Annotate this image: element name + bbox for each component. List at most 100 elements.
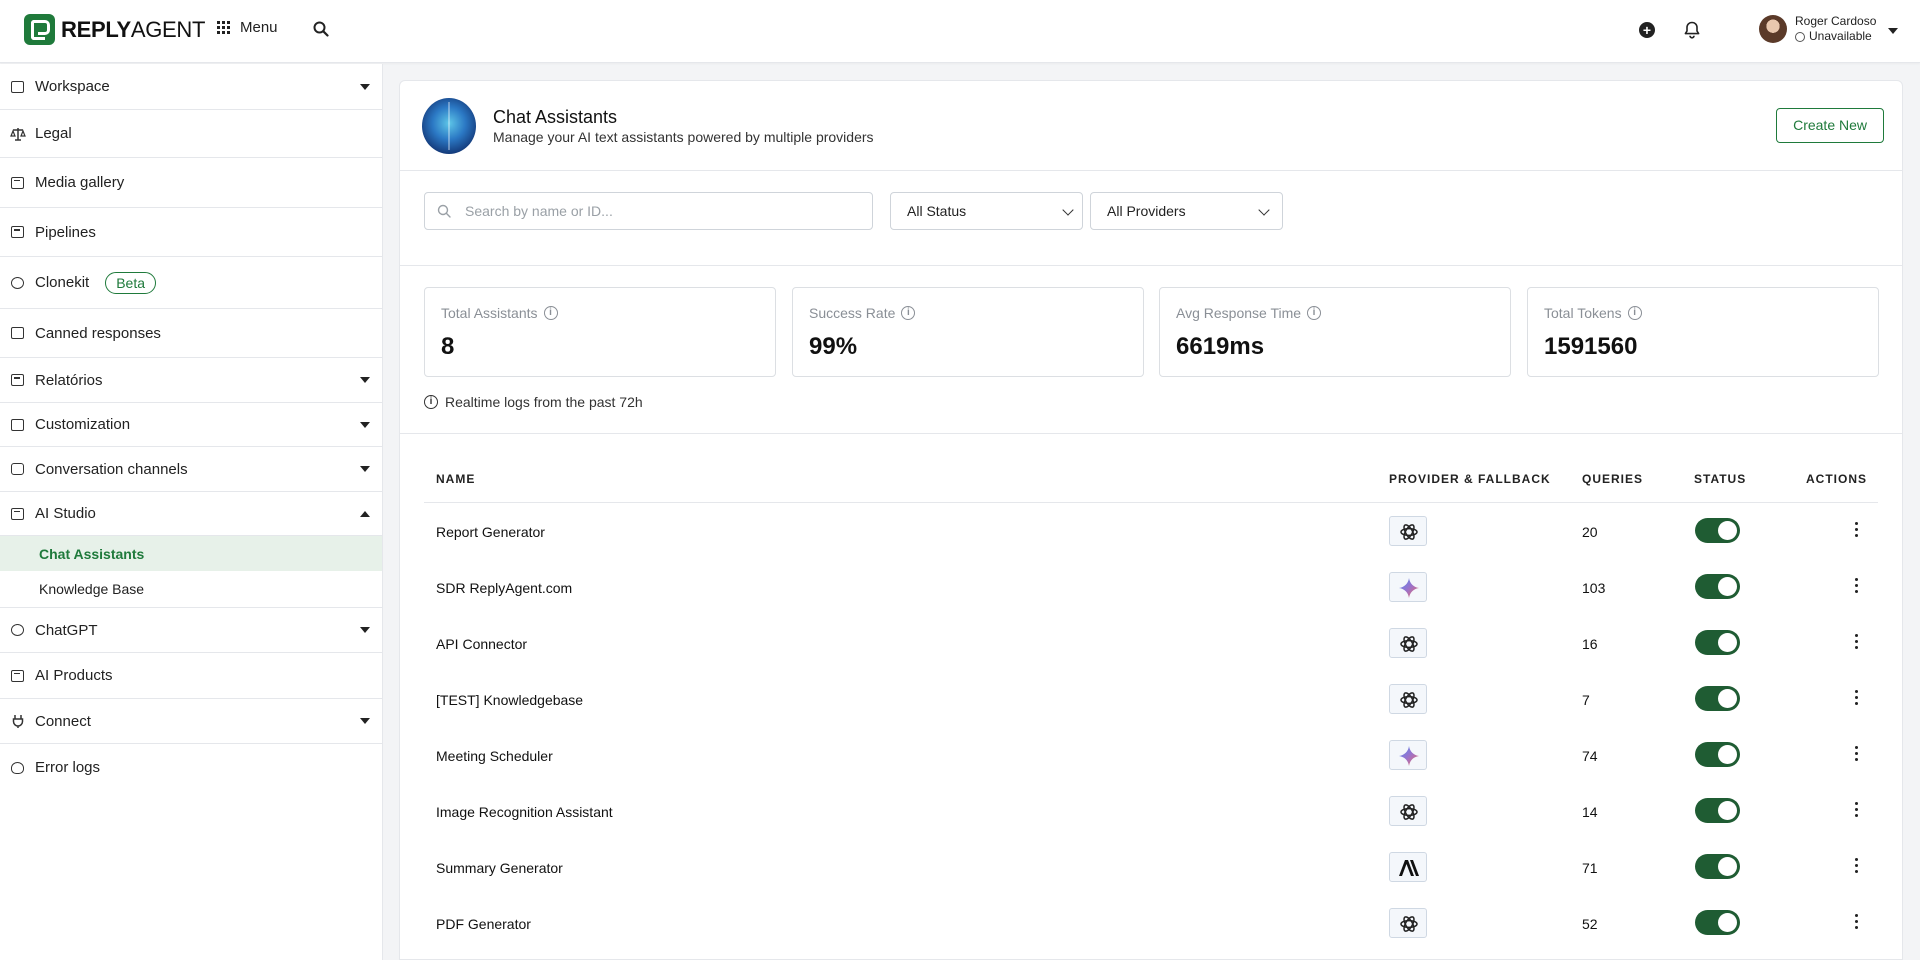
chat-icon xyxy=(10,461,26,477)
sidebar-item-chatgpt[interactable]: ChatGPT xyxy=(0,608,382,653)
menu-button[interactable]: Menu xyxy=(217,19,278,36)
column-header-status[interactable]: STATUS xyxy=(1694,472,1746,486)
stat-value: 99% xyxy=(809,333,858,360)
status-toggle[interactable] xyxy=(1695,518,1740,543)
sidebar-item-label: Conversation channels xyxy=(35,460,188,478)
clone-icon xyxy=(10,275,26,291)
more-actions-icon[interactable] xyxy=(1855,858,1859,874)
chevron-down-icon xyxy=(360,627,370,633)
sidebar-item-label: Relatórios xyxy=(35,371,103,389)
sidebar-item-customization[interactable]: Customization xyxy=(0,403,382,447)
sidebar-item-media-gallery[interactable]: Media gallery xyxy=(0,158,382,208)
column-header-queries[interactable]: QUERIES xyxy=(1582,472,1643,486)
info-icon[interactable]: i xyxy=(1307,306,1322,320)
sidebar-subitem-chat-assistants[interactable]: Chat Assistants xyxy=(0,536,382,571)
sidebar-subitem-knowledge-base[interactable]: Knowledge Base xyxy=(0,571,382,607)
chevron-down-icon xyxy=(360,421,370,428)
user-status: Unavailable xyxy=(1795,29,1876,44)
sidebar-item-workspace[interactable]: Workspace xyxy=(0,64,382,110)
sidebar-item-error-logs[interactable]: Error logs xyxy=(0,744,382,791)
more-actions-icon[interactable] xyxy=(1855,634,1859,650)
status-toggle[interactable] xyxy=(1695,686,1740,711)
info-icon[interactable]: i xyxy=(543,306,558,320)
page-header: Chat Assistants Manage your AI text assi… xyxy=(400,81,1902,171)
chevron-down-icon[interactable] xyxy=(1888,28,1898,34)
column-header-provider[interactable]: PROVIDER & FALLBACK xyxy=(1389,472,1551,486)
more-actions-icon[interactable] xyxy=(1855,802,1859,818)
more-actions-icon[interactable] xyxy=(1855,690,1859,706)
table-body: Report Generator 20 SDR ReplyAgent.com 103 A… xyxy=(424,503,1878,951)
beta-badge: Beta xyxy=(105,271,157,294)
table-row[interactable]: [TEST] Knowledgebase 7 xyxy=(424,671,1878,727)
table-row[interactable]: Summary Generator 71 xyxy=(424,839,1878,895)
sidebar-item-clonekit[interactable]: Clonekit Beta xyxy=(0,257,382,309)
table-row[interactable]: SDR ReplyAgent.com 103 xyxy=(424,559,1878,615)
status-toggle[interactable] xyxy=(1695,574,1740,599)
assistant-name[interactable]: SDR ReplyAgent.com xyxy=(436,580,572,596)
status-select[interactable]: All Status xyxy=(890,192,1083,230)
realtime-note: i Realtime logs from the past 72h xyxy=(424,394,643,410)
more-actions-icon[interactable] xyxy=(1855,914,1859,930)
create-new-button[interactable]: Create New xyxy=(1776,108,1884,143)
gemini-icon xyxy=(1389,740,1427,770)
sidebar-item-relatorios[interactable]: Relatórios xyxy=(0,358,382,403)
more-actions-icon[interactable] xyxy=(1855,746,1859,762)
status-toggle[interactable] xyxy=(1695,630,1740,655)
status-toggle[interactable] xyxy=(1695,910,1740,935)
sidebar-item-conversation-channels[interactable]: Conversation channels xyxy=(0,447,382,492)
status-circle-icon xyxy=(1795,31,1805,42)
table-row[interactable]: PDF Generator 52 xyxy=(424,895,1878,951)
sidebar-item-ai-products[interactable]: AI Products xyxy=(0,653,382,699)
assistant-name[interactable]: PDF Generator xyxy=(436,916,531,932)
openai-icon xyxy=(1389,908,1427,938)
assistant-name[interactable]: API Connector xyxy=(436,636,527,652)
column-header-name[interactable]: NAME xyxy=(436,472,475,486)
plug-icon xyxy=(10,713,26,729)
sidebar-item-canned-responses[interactable]: Canned responses xyxy=(0,309,382,358)
query-count: 71 xyxy=(1582,860,1598,876)
sidebar-item-label: Pipelines xyxy=(35,223,96,241)
sidebar-item-legal[interactable]: Legal xyxy=(0,110,382,158)
assistant-name[interactable]: Report Generator xyxy=(436,524,545,540)
add-circle-icon[interactable]: + xyxy=(1639,22,1655,38)
folder-icon xyxy=(10,325,26,341)
sidebar-item-connect[interactable]: Connect xyxy=(0,699,382,744)
chevron-down-icon xyxy=(360,377,370,383)
status-toggle[interactable] xyxy=(1695,798,1740,823)
media-icon xyxy=(10,175,26,191)
chip-icon xyxy=(10,506,26,522)
table-row[interactable]: Image Recognition Assistant 14 xyxy=(424,783,1878,839)
assistant-name[interactable]: [TEST] Knowledgebase xyxy=(436,692,583,708)
app-logo[interactable]: REPLYAGENT xyxy=(24,14,205,45)
provider-select[interactable]: All Providers xyxy=(1090,192,1283,230)
info-icon[interactable]: i xyxy=(901,306,916,320)
user-name: Roger Cardoso xyxy=(1795,14,1877,28)
search-field[interactable] xyxy=(424,192,873,230)
info-icon[interactable]: i xyxy=(1627,306,1642,320)
status-toggle[interactable] xyxy=(1695,854,1740,879)
chevron-up-icon xyxy=(360,510,370,517)
sidebar-item-pipelines[interactable]: Pipelines xyxy=(0,208,382,257)
sidebar-item-ai-studio[interactable]: AI Studio xyxy=(0,492,382,536)
assistant-name[interactable]: Meeting Scheduler xyxy=(436,748,553,764)
more-actions-icon[interactable] xyxy=(1855,522,1859,538)
openai-icon xyxy=(1389,516,1427,546)
table-row[interactable]: Report Generator 20 xyxy=(424,503,1878,559)
chevron-down-icon xyxy=(1258,204,1270,216)
search-icon[interactable] xyxy=(313,21,329,37)
table-header: NAME PROVIDER & FALLBACK QUERIES STATUS … xyxy=(424,435,1878,503)
assistant-name[interactable]: Image Recognition Assistant xyxy=(436,804,613,820)
table-row[interactable]: Meeting Scheduler 74 xyxy=(424,727,1878,783)
user-menu[interactable]: Roger Cardoso Unavailable xyxy=(1759,14,1876,44)
avatar xyxy=(1759,15,1787,43)
status-toggle[interactable] xyxy=(1695,742,1740,767)
assistant-name[interactable]: Summary Generator xyxy=(436,860,563,876)
search-input[interactable] xyxy=(465,193,865,229)
bell-icon[interactable] xyxy=(1682,20,1702,40)
more-actions-icon[interactable] xyxy=(1855,578,1859,594)
report-icon xyxy=(10,372,26,388)
sidebar-item-label: AI Studio xyxy=(35,505,96,522)
sidebar-item-label: Media gallery xyxy=(35,174,125,191)
table-row[interactable]: API Connector 16 xyxy=(424,615,1878,671)
stat-label: Success Rate xyxy=(809,305,896,321)
